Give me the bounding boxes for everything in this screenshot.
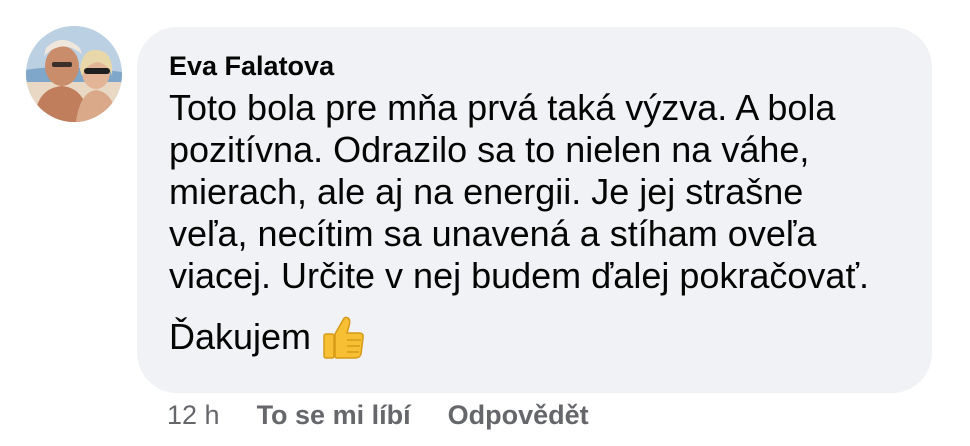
avatar-photo: [26, 26, 122, 122]
comment-line: mierach, ale aj na energii. Je jej straš…: [169, 171, 804, 212]
comment-line: Toto bola pre mňa prvá taká výzva. A bol…: [169, 87, 836, 128]
comment-closing-line: Ďakujem: [169, 314, 924, 360]
avatar[interactable]: [26, 26, 122, 122]
comment-author[interactable]: Eva Falatova: [169, 51, 334, 82]
comment-closing-text: Ďakujem: [169, 316, 312, 357]
like-button[interactable]: To se mi líbí: [257, 400, 411, 431]
comment-body: Toto bola pre mňa prvá taká výzva. A bol…: [169, 87, 924, 360]
thumbs-up-icon: [321, 314, 365, 360]
comment-line: veľa, necítim sa unavená a stíham oveľa: [169, 213, 817, 254]
comment-line: viacej. Určite v nej budem ďalej pokračo…: [169, 255, 869, 296]
comment-line: pozitívna. Odrazilo sa to nielen na váhe…: [169, 129, 810, 170]
comment-bubble: Eva Falatova Toto bola pre mňa prvá taká…: [137, 27, 932, 393]
reply-button[interactable]: Odpovědět: [448, 400, 589, 431]
comment-actions: 12 h To se mi líbí Odpovědět: [167, 400, 589, 431]
comment-timestamp[interactable]: 12 h: [167, 400, 220, 431]
